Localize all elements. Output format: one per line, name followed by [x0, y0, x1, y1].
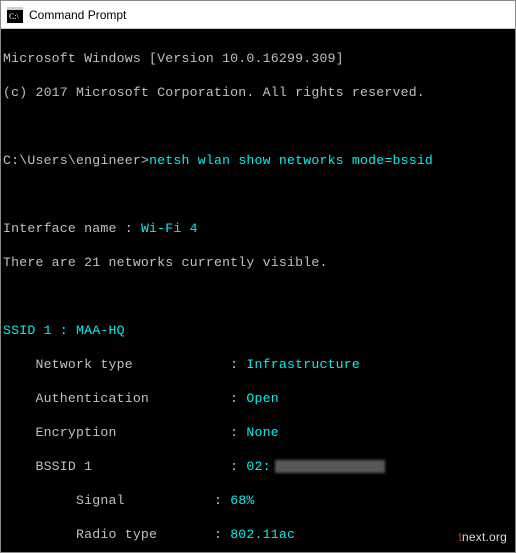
bssid1-radio-value: 802.11ac	[230, 526, 295, 543]
networks-visible-line: There are 21 networks currently visible.	[3, 254, 513, 271]
auth-value: Open	[246, 390, 278, 407]
interface-name: Wi-Fi 4	[141, 220, 198, 237]
cmd-icon: C:\	[7, 7, 23, 23]
network-type-value: Infrastructure	[246, 356, 360, 373]
window-title: Command Prompt	[29, 8, 126, 22]
prompt-path: C:\Users\engineer>	[3, 152, 149, 169]
interface-label: Interface name :	[3, 220, 141, 237]
bssid1-radio-label: Radio type :	[3, 526, 230, 543]
bssid1-signal-value: 68%	[230, 492, 254, 509]
svg-text:C:\: C:\	[9, 12, 20, 21]
auth-label: Authentication :	[3, 390, 246, 407]
title-bar[interactable]: C:\ Command Prompt	[1, 1, 515, 29]
enc-value: None	[246, 424, 278, 441]
enc-label: Encryption :	[3, 424, 246, 441]
bssid1-signal-label: Signal :	[3, 492, 230, 509]
terminal-output[interactable]: Microsoft Windows [Version 10.0.16299.30…	[1, 29, 515, 552]
network-type-label: Network type :	[3, 356, 246, 373]
command-text: netsh wlan show networks mode=bssid	[149, 152, 433, 169]
watermark: tnext.org	[458, 529, 507, 546]
command-prompt-window: C:\ Command Prompt Microsoft Windows [Ve…	[0, 0, 516, 553]
ssid-header: SSID 1 : MAA-HQ	[3, 322, 513, 339]
bssid1-mac-redacted	[275, 460, 385, 473]
os-version-line: Microsoft Windows [Version 10.0.16299.30…	[3, 50, 513, 67]
bssid1-value: 02:	[246, 458, 270, 475]
copyright-line: (c) 2017 Microsoft Corporation. All righ…	[3, 84, 513, 101]
bssid1-label: BSSID 1 :	[3, 458, 246, 475]
watermark-rest: next.org	[462, 530, 507, 544]
